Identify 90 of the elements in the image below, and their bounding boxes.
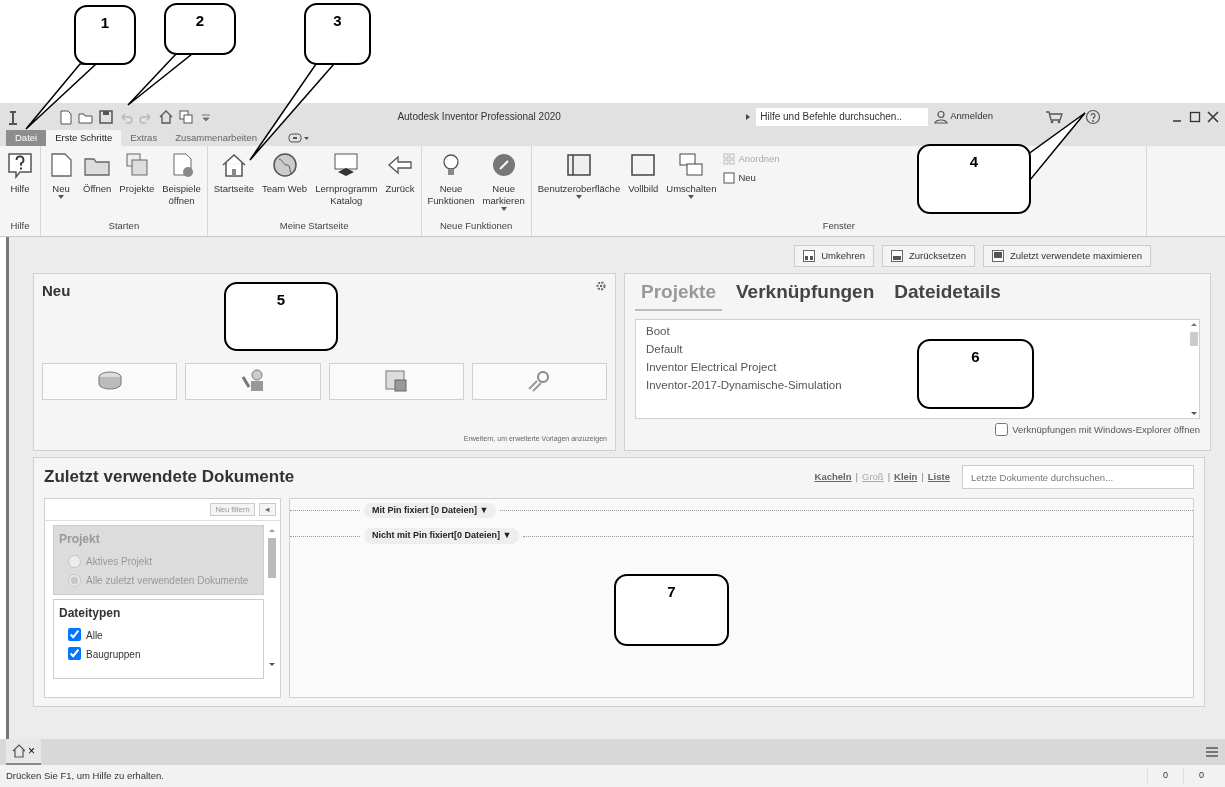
- new-file-icon[interactable]: [58, 108, 74, 125]
- ribbon-button[interactable]: Neu: [721, 170, 782, 187]
- ribbon-button[interactable]: Beispiele öffnen: [159, 149, 204, 209]
- panel-heading: Zuletzt verwendete Dokumente: [44, 466, 296, 489]
- layout-icon: [803, 250, 816, 263]
- save-icon[interactable]: [98, 108, 114, 125]
- panel-title: Starten: [107, 218, 141, 233]
- checkbox-option[interactable]: Baugruppen: [54, 645, 263, 664]
- panel-title: Meine Startseite: [278, 218, 350, 233]
- panel-toggle-icon[interactable]: [288, 132, 310, 144]
- search-field[interactable]: Letzte Dokumente durchsuchen...: [962, 465, 1194, 489]
- maximize-icon[interactable]: [1189, 110, 1201, 123]
- template-button[interactable]: [185, 362, 321, 400]
- ribbon-button[interactable]: Benutzeroberfläche: [534, 149, 624, 201]
- status-field: 0: [1183, 769, 1219, 783]
- group-title: Projekt: [58, 531, 101, 548]
- ribbon-button[interactable]: Neue Funktionen: [424, 149, 478, 209]
- panel-title: Fenster: [821, 218, 856, 233]
- home-icon[interactable]: [158, 108, 174, 125]
- grid-icon: [723, 153, 736, 166]
- separator: |: [887, 469, 891, 484]
- checkbox[interactable]: [68, 628, 81, 641]
- layout-button[interactable]: Zurücksetzen: [881, 245, 975, 268]
- globe-icon: [270, 151, 299, 179]
- menu-icon[interactable]: [1205, 746, 1219, 758]
- panel-title: Neue Funktionen: [438, 218, 514, 233]
- panel-tab[interactable]: Dateidetails: [888, 278, 1007, 311]
- callout: 2: [127, 3, 236, 106]
- list-item[interactable]: Inventor Electrical Project: [646, 358, 777, 374]
- settings-icon[interactable]: [595, 280, 607, 293]
- separator: |: [921, 469, 924, 484]
- ribbon-button[interactable]: Team Web: [258, 149, 311, 197]
- ribbon-button[interactable]: Neue markieren: [479, 149, 528, 213]
- status-field: 0: [1147, 769, 1183, 783]
- close-icon[interactable]: [1207, 110, 1219, 123]
- list-item[interactable]: Inventor-2017-Dynamische-Simulation: [646, 376, 842, 392]
- ribbon-button[interactable]: Neu: [44, 149, 78, 201]
- ribbon-button[interactable]: Projekte: [116, 149, 158, 197]
- ribbon-button[interactable]: Lernprogramm Katalog: [312, 149, 381, 209]
- panel-tab[interactable]: Verknüpfungen: [730, 278, 881, 311]
- group-header[interactable]: Nicht mit Pin fixiert[0 Dateien] ▼: [364, 528, 520, 544]
- checkbox-option[interactable]: Alle: [54, 626, 263, 645]
- view-link[interactable]: Liste: [927, 469, 950, 485]
- layout-icon: [890, 250, 903, 263]
- ribbon-tab[interactable]: Erste Schritte: [46, 130, 122, 146]
- window-sidebar-icon: [564, 151, 593, 179]
- help-bubble-icon: [6, 151, 34, 179]
- ribbon-tab[interactable]: Zusammenarbeiten: [166, 130, 266, 146]
- layout-button[interactable]: Zuletzt verwendete maximieren: [983, 245, 1151, 268]
- user-icon: [934, 109, 949, 124]
- files-icon[interactable]: [178, 108, 194, 125]
- sign-in-link[interactable]: Anmelden: [948, 108, 995, 125]
- ribbon-button[interactable]: Hilfe: [3, 149, 37, 197]
- layout-icon: [992, 250, 1004, 263]
- cart-icon[interactable]: [1045, 109, 1063, 124]
- template-button[interactable]: [328, 362, 464, 400]
- list-item[interactable]: Default: [646, 340, 683, 356]
- callout: 6: [917, 339, 1034, 409]
- ribbon-button[interactable]: Öffnen: [80, 149, 115, 197]
- search-field[interactable]: Hilfe und Befehle durchsuchen..: [756, 107, 929, 126]
- status-message: Drücken Sie F1, um Hilfe zu erhalten.: [6, 768, 165, 783]
- separator: |: [855, 469, 858, 484]
- windows-icon: [677, 151, 706, 179]
- callout: 7: [614, 574, 729, 646]
- ribbon-tab[interactable]: Extras: [121, 130, 167, 146]
- ribbon-button[interactable]: Umschalten: [663, 149, 720, 201]
- window-icon: [723, 172, 736, 185]
- panel-title: Hilfe: [9, 218, 31, 233]
- view-link[interactable]: Kacheln: [814, 469, 852, 485]
- layout-button[interactable]: Umkehren: [794, 245, 874, 268]
- ribbon-button[interactable]: Zurück: [382, 149, 418, 197]
- close-icon[interactable]: ×: [28, 742, 35, 760]
- template-button[interactable]: [471, 362, 607, 400]
- window-icon: [629, 151, 658, 179]
- document-tab[interactable]: ×: [6, 739, 41, 765]
- home-icon: [12, 744, 26, 758]
- group-title: Dateitypen: [58, 605, 122, 622]
- ribbon-button[interactable]: Vollbild: [625, 149, 662, 197]
- window-title: Autodesk Inventor Professional 2020: [397, 110, 561, 124]
- help-icon[interactable]: [1085, 108, 1101, 125]
- ribbon-button[interactable]: Startseite: [210, 149, 257, 197]
- checkbox-row[interactable]: Verknüpfungen mit Windows-Explorer öffnen: [635, 422, 1200, 437]
- callout: 5: [224, 282, 338, 351]
- view-link[interactable]: Klein: [894, 469, 918, 485]
- panel-heading: Neu: [42, 281, 71, 302]
- group-header[interactable]: Mit Pin fixiert [0 Dateien] ▼: [364, 502, 497, 519]
- callout: 1: [25, 5, 136, 130]
- list-item[interactable]: Boot: [646, 322, 670, 338]
- checkbox[interactable]: [995, 423, 1009, 437]
- checkbox[interactable]: [68, 647, 81, 660]
